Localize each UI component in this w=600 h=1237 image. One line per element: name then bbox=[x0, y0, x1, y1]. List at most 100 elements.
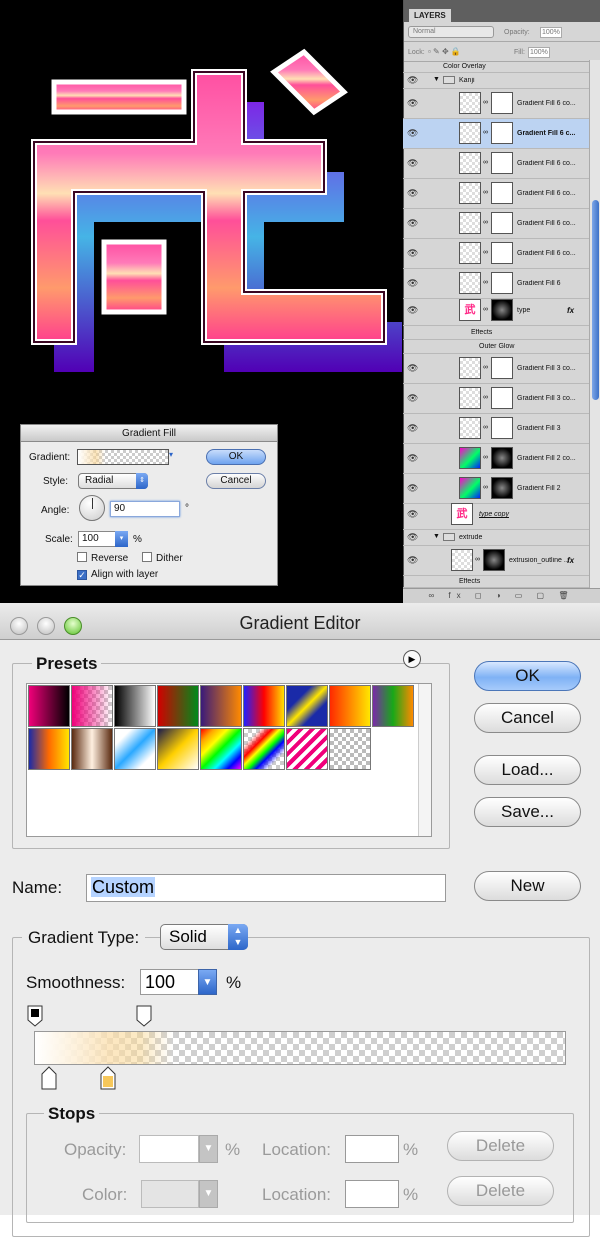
scale-dropdown-icon[interactable]: ▾ bbox=[115, 531, 128, 547]
layer-row[interactable]: 👁 ∞ Gradient Fill 3 co... bbox=[403, 384, 592, 414]
preset-swatch[interactable] bbox=[114, 685, 156, 727]
preset-swatch[interactable] bbox=[28, 728, 70, 770]
layer-row[interactable]: Effects bbox=[403, 576, 592, 588]
layer-mask-thumbnail[interactable] bbox=[491, 242, 513, 264]
layer-mask-thumbnail[interactable] bbox=[491, 299, 513, 321]
eye-icon[interactable]: 👁 bbox=[407, 75, 419, 87]
layer-row[interactable]: 👁 ∞ Gradient Fill 2 co... bbox=[403, 444, 592, 474]
opacity-stop-white-icon[interactable] bbox=[136, 1005, 152, 1027]
preset-swatch[interactable] bbox=[71, 728, 113, 770]
new-button[interactable]: New bbox=[474, 871, 581, 901]
layer-row[interactable]: 👁 ∞ Gradient Fill 6 co... bbox=[403, 239, 592, 269]
gradient-swatch[interactable] bbox=[77, 449, 169, 465]
link-icon[interactable]: ∞ bbox=[483, 364, 488, 371]
presets-scrollbar[interactable] bbox=[418, 684, 431, 836]
layer-mask-thumbnail[interactable] bbox=[491, 387, 513, 409]
zoom-light-icon[interactable] bbox=[64, 617, 82, 635]
preset-swatch[interactable] bbox=[329, 728, 371, 770]
layers-footer-icons[interactable]: ∞ fx ◻ ◑ ▭ ▢ 🗑 bbox=[403, 588, 600, 603]
layer-row[interactable]: 👁 ∞ Gradient Fill 6 c... bbox=[403, 119, 592, 149]
preset-swatch[interactable] bbox=[71, 685, 113, 727]
disclosure-icon[interactable]: ▼ bbox=[433, 533, 440, 540]
layer-mask-thumbnail[interactable] bbox=[491, 212, 513, 234]
eye-icon[interactable]: 👁 bbox=[407, 555, 419, 567]
ok-button[interactable]: OK bbox=[206, 449, 266, 465]
preset-swatch[interactable] bbox=[114, 728, 156, 770]
layer-row[interactable]: 👁 ∞ Gradient Fill 6 co... bbox=[403, 89, 592, 119]
presets-list[interactable] bbox=[26, 683, 432, 837]
delete-opacity-stop-button[interactable]: Delete bbox=[447, 1131, 554, 1161]
name-input[interactable]: Custom bbox=[86, 874, 446, 902]
link-icon[interactable]: ∞ bbox=[483, 394, 488, 401]
layer-mask-thumbnail[interactable] bbox=[491, 122, 513, 144]
preset-swatch[interactable] bbox=[286, 728, 328, 770]
preset-swatch[interactable] bbox=[243, 728, 285, 770]
layer-row[interactable]: Effects bbox=[403, 326, 592, 340]
color-location-input[interactable] bbox=[345, 1180, 399, 1208]
link-icon[interactable]: ∞ bbox=[483, 219, 488, 226]
layer-row[interactable]: 👁 武 ∞ type fx bbox=[403, 296, 592, 326]
preset-swatch[interactable] bbox=[157, 685, 199, 727]
layer-mask-thumbnail[interactable] bbox=[491, 92, 513, 114]
layer-row[interactable]: 👁 ∞ Gradient Fill 6 co... bbox=[403, 209, 592, 239]
link-icon[interactable]: ∞ bbox=[475, 556, 480, 563]
eye-icon[interactable]: 👁 bbox=[407, 188, 419, 200]
preset-swatch[interactable] bbox=[286, 685, 328, 727]
layer-row[interactable]: 👁 ∞ Gradient Fill 6 bbox=[403, 269, 592, 299]
color-swatch[interactable] bbox=[141, 1180, 199, 1208]
minimize-light-icon[interactable] bbox=[37, 617, 55, 635]
layer-row[interactable]: Color Overlay bbox=[403, 60, 592, 73]
preset-swatch[interactable] bbox=[329, 685, 371, 727]
dither-checkbox[interactable]: Dither bbox=[142, 552, 183, 564]
link-icon[interactable]: ∞ bbox=[483, 454, 488, 461]
layer-row[interactable]: 👁 武 type copy bbox=[403, 500, 592, 530]
eye-icon[interactable]: 👁 bbox=[407, 483, 419, 495]
layer-mask-thumbnail[interactable] bbox=[491, 152, 513, 174]
link-icon[interactable]: ∞ bbox=[483, 279, 488, 286]
ok-button[interactable]: OK bbox=[474, 661, 581, 691]
layer-mask-thumbnail[interactable] bbox=[491, 272, 513, 294]
layer-row[interactable]: 👁 ∞ Gradient Fill 6 co... bbox=[403, 179, 592, 209]
layer-row[interactable]: 👁 ∞ Gradient Fill 3 co... bbox=[403, 354, 592, 384]
layer-row[interactable]: 👁 ∞ Gradient Fill 3 bbox=[403, 414, 592, 444]
layer-mask-thumbnail[interactable] bbox=[491, 447, 513, 469]
layer-mask-thumbnail[interactable] bbox=[491, 357, 513, 379]
align-with-layer-checkbox[interactable]: ✓ Align with layer bbox=[77, 569, 158, 580]
fx-icon[interactable]: fx bbox=[567, 556, 574, 565]
link-icon[interactable]: ∞ bbox=[483, 159, 488, 166]
presets-menu-icon[interactable]: ▶ bbox=[403, 650, 421, 668]
eye-icon[interactable]: 👁 bbox=[407, 98, 419, 110]
layer-row[interactable]: 👁 ▼ Kanji bbox=[403, 73, 592, 89]
gradient-preview-bar[interactable] bbox=[34, 1031, 566, 1065]
eye-icon[interactable]: 👁 bbox=[407, 453, 419, 465]
color-stop-white-icon[interactable] bbox=[41, 1066, 57, 1090]
layers-scrollbar[interactable] bbox=[589, 60, 600, 590]
close-light-icon[interactable] bbox=[10, 617, 28, 635]
layer-mask-thumbnail[interactable] bbox=[491, 477, 513, 499]
fx-icon[interactable]: fx bbox=[567, 306, 574, 315]
load-button[interactable]: Load... bbox=[474, 755, 581, 785]
eye-icon[interactable]: 👁 bbox=[407, 158, 419, 170]
layer-row[interactable]: 👁 ∞ extrusion_outline ... fx bbox=[403, 546, 592, 576]
reverse-checkbox[interactable]: Reverse bbox=[77, 552, 128, 564]
eye-icon[interactable]: 👁 bbox=[407, 128, 419, 140]
eye-icon[interactable]: 👁 bbox=[407, 248, 419, 260]
eye-icon[interactable]: 👁 bbox=[407, 305, 419, 317]
eye-icon[interactable]: 👁 bbox=[407, 393, 419, 405]
disclosure-icon[interactable]: ▼ bbox=[433, 76, 440, 83]
eye-icon[interactable]: 👁 bbox=[407, 509, 419, 521]
preset-swatch[interactable] bbox=[243, 685, 285, 727]
opacity-stop-black-icon[interactable] bbox=[27, 1005, 43, 1027]
gradient-dropdown-arrow-icon[interactable]: ▾ bbox=[169, 450, 173, 459]
opacity-dropdown-icon[interactable]: ▼ bbox=[199, 1135, 218, 1163]
cancel-button[interactable]: Cancel bbox=[474, 703, 581, 733]
link-icon[interactable]: ∞ bbox=[483, 306, 488, 313]
smoothness-input[interactable]: 100 bbox=[140, 969, 200, 995]
angle-dial[interactable] bbox=[79, 495, 105, 521]
preset-swatch[interactable] bbox=[372, 685, 414, 727]
save-button[interactable]: Save... bbox=[474, 797, 581, 827]
color-stop-orange-icon[interactable] bbox=[100, 1066, 116, 1090]
gradient-type-select[interactable]: Solid ▲ ▼ bbox=[160, 924, 248, 950]
preset-swatch[interactable] bbox=[28, 685, 70, 727]
preset-swatch[interactable] bbox=[200, 685, 242, 727]
